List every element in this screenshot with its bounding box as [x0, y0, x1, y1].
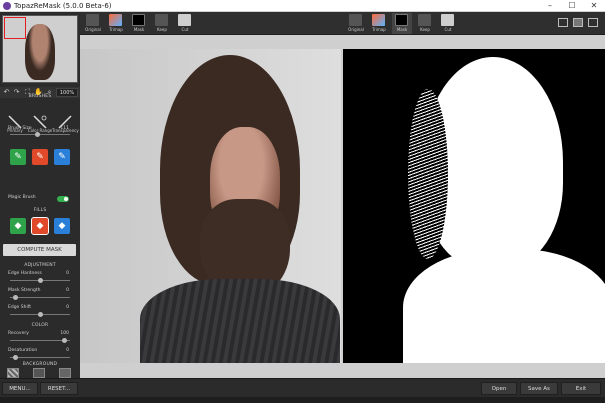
edge-shift-slider[interactable] — [10, 312, 70, 317]
status-strip — [0, 397, 605, 403]
left-cut-button[interactable]: Cut — [175, 13, 195, 34]
left-mask-button[interactable]: Mask — [129, 13, 149, 34]
cut-icon — [178, 14, 191, 26]
right-original-button[interactable]: Original — [346, 13, 366, 34]
slider-knob[interactable] — [34, 132, 40, 137]
compute-mask-button[interactable]: COMPUTE MASK — [3, 244, 76, 256]
right-trimap-button[interactable]: Trimap — [369, 13, 389, 34]
left-cut-label: Cut — [181, 27, 189, 32]
thumbnail-image — [25, 24, 55, 80]
minimize-button[interactable]: – — [539, 0, 561, 12]
maximize-button[interactable]: ☐ — [561, 0, 583, 12]
brush-size-label: Brush Size — [8, 126, 32, 131]
apple-original-icon — [86, 14, 99, 26]
trimap-icon — [372, 14, 385, 26]
desaturation-label: Desaturation — [8, 348, 38, 353]
keep-icon — [418, 14, 431, 26]
slider-knob[interactable] — [62, 338, 68, 343]
menu-button[interactable]: MENU... — [2, 382, 38, 395]
compute-brush-button[interactable]: ✎ — [54, 149, 70, 165]
left-keep-button[interactable]: Keep — [152, 13, 172, 34]
photo-shirt — [140, 279, 340, 363]
exit-button[interactable]: Exit — [561, 382, 601, 395]
right-keep-button[interactable]: Keep — [415, 13, 435, 34]
window-title: TopazReMask (5.0.0 Beta-6) — [14, 2, 112, 10]
brush-size-value: 111 — [60, 126, 69, 131]
save-as-button[interactable]: Save As — [520, 382, 558, 395]
color-heading: COLOR — [31, 323, 49, 328]
apple-original-icon — [349, 14, 362, 26]
edge-shift-label: Edge Shift — [8, 305, 31, 310]
edge-hardness-slider[interactable] — [10, 278, 70, 283]
mask-strength-slider[interactable] — [10, 295, 70, 300]
reset-button[interactable]: RESET... — [40, 382, 78, 395]
mask-icon — [132, 14, 145, 26]
recovery-slider[interactable] — [10, 338, 70, 343]
slider-knob[interactable] — [12, 295, 18, 300]
recovery-label: Recovery — [8, 331, 29, 336]
color-background-icon[interactable] — [33, 368, 45, 378]
canvas-area[interactable] — [80, 35, 605, 378]
keep-brush-button[interactable]: ✎ — [10, 149, 26, 165]
recovery-value: 100 — [60, 331, 69, 336]
left-original-button[interactable]: Original — [83, 13, 103, 34]
app-logo-icon — [3, 2, 11, 10]
cut-icon — [441, 14, 454, 26]
mask-hair-fray — [408, 89, 448, 259]
edge-hardness-value: 0 — [66, 271, 69, 276]
split-view-icon[interactable] — [573, 18, 583, 27]
title-bar: TopazReMask (5.0.0 Beta-6) – ☐ ✕ — [0, 0, 605, 12]
desaturation-value: 0 — [66, 348, 69, 353]
trimap-icon — [109, 14, 122, 26]
quad-view-icon[interactable] — [588, 18, 598, 27]
slider-knob[interactable] — [37, 312, 43, 317]
edge-shift-value: 0 — [66, 305, 69, 310]
bottom-bar: MENU... RESET... Open Save As Exit — [0, 378, 605, 397]
app-window: TopazReMask (5.0.0 Beta-6) – ☐ ✕ ↶ ↷ ⛶ ✋… — [0, 0, 605, 403]
keep-fill-button[interactable]: ◆ — [10, 218, 26, 234]
open-button[interactable]: Open — [481, 382, 517, 395]
navigator-thumbnail[interactable] — [2, 15, 78, 83]
right-cut-button[interactable]: Cut — [438, 13, 458, 34]
original-image-view[interactable] — [80, 49, 341, 363]
brush-size-slider[interactable] — [10, 132, 70, 137]
mask-icon — [395, 14, 408, 26]
fills-heading: FILLS — [33, 208, 47, 213]
right-cut-label: Cut — [444, 27, 452, 32]
desaturation-slider[interactable] — [10, 355, 70, 360]
background-heading: BACKGROUND — [22, 362, 58, 367]
magic-brush-toggle[interactable] — [57, 196, 69, 202]
adjustment-heading: ADJUSTMENT — [24, 263, 56, 268]
view-toolbar: Original Trimap Mask Keep Cut Original T… — [80, 12, 605, 35]
image-background-icon[interactable] — [59, 368, 71, 378]
navigator-viewport-frame[interactable] — [4, 17, 26, 39]
close-button[interactable]: ✕ — [583, 0, 605, 12]
transparent-background-icon[interactable] — [7, 368, 19, 378]
cut-brush-button[interactable]: ✎ — [32, 149, 48, 165]
left-panel: ↶ ↷ ⛶ ✋ ⌕ 100% BRUSHES Primary Color Ran… — [0, 12, 80, 378]
single-view-icon[interactable] — [558, 18, 568, 27]
right-mask-button[interactable]: Mask — [392, 13, 412, 34]
keep-icon — [155, 14, 168, 26]
edge-hardness-label: Edge Hardness — [8, 271, 42, 276]
mask-image-view[interactable] — [343, 49, 605, 363]
compute-fill-button[interactable]: ◆ — [54, 218, 70, 234]
slider-knob[interactable] — [37, 278, 43, 283]
brushes-heading: BRUSHES — [28, 94, 52, 99]
mask-strength-label: Mask Strength — [8, 288, 41, 293]
slider-knob[interactable] — [12, 355, 18, 360]
magic-brush-label: Magic Brush — [8, 195, 36, 200]
cut-fill-button[interactable]: ◆ — [31, 217, 49, 235]
left-trimap-button[interactable]: Trimap — [106, 13, 126, 34]
mask-strength-value: 0 — [66, 288, 69, 293]
